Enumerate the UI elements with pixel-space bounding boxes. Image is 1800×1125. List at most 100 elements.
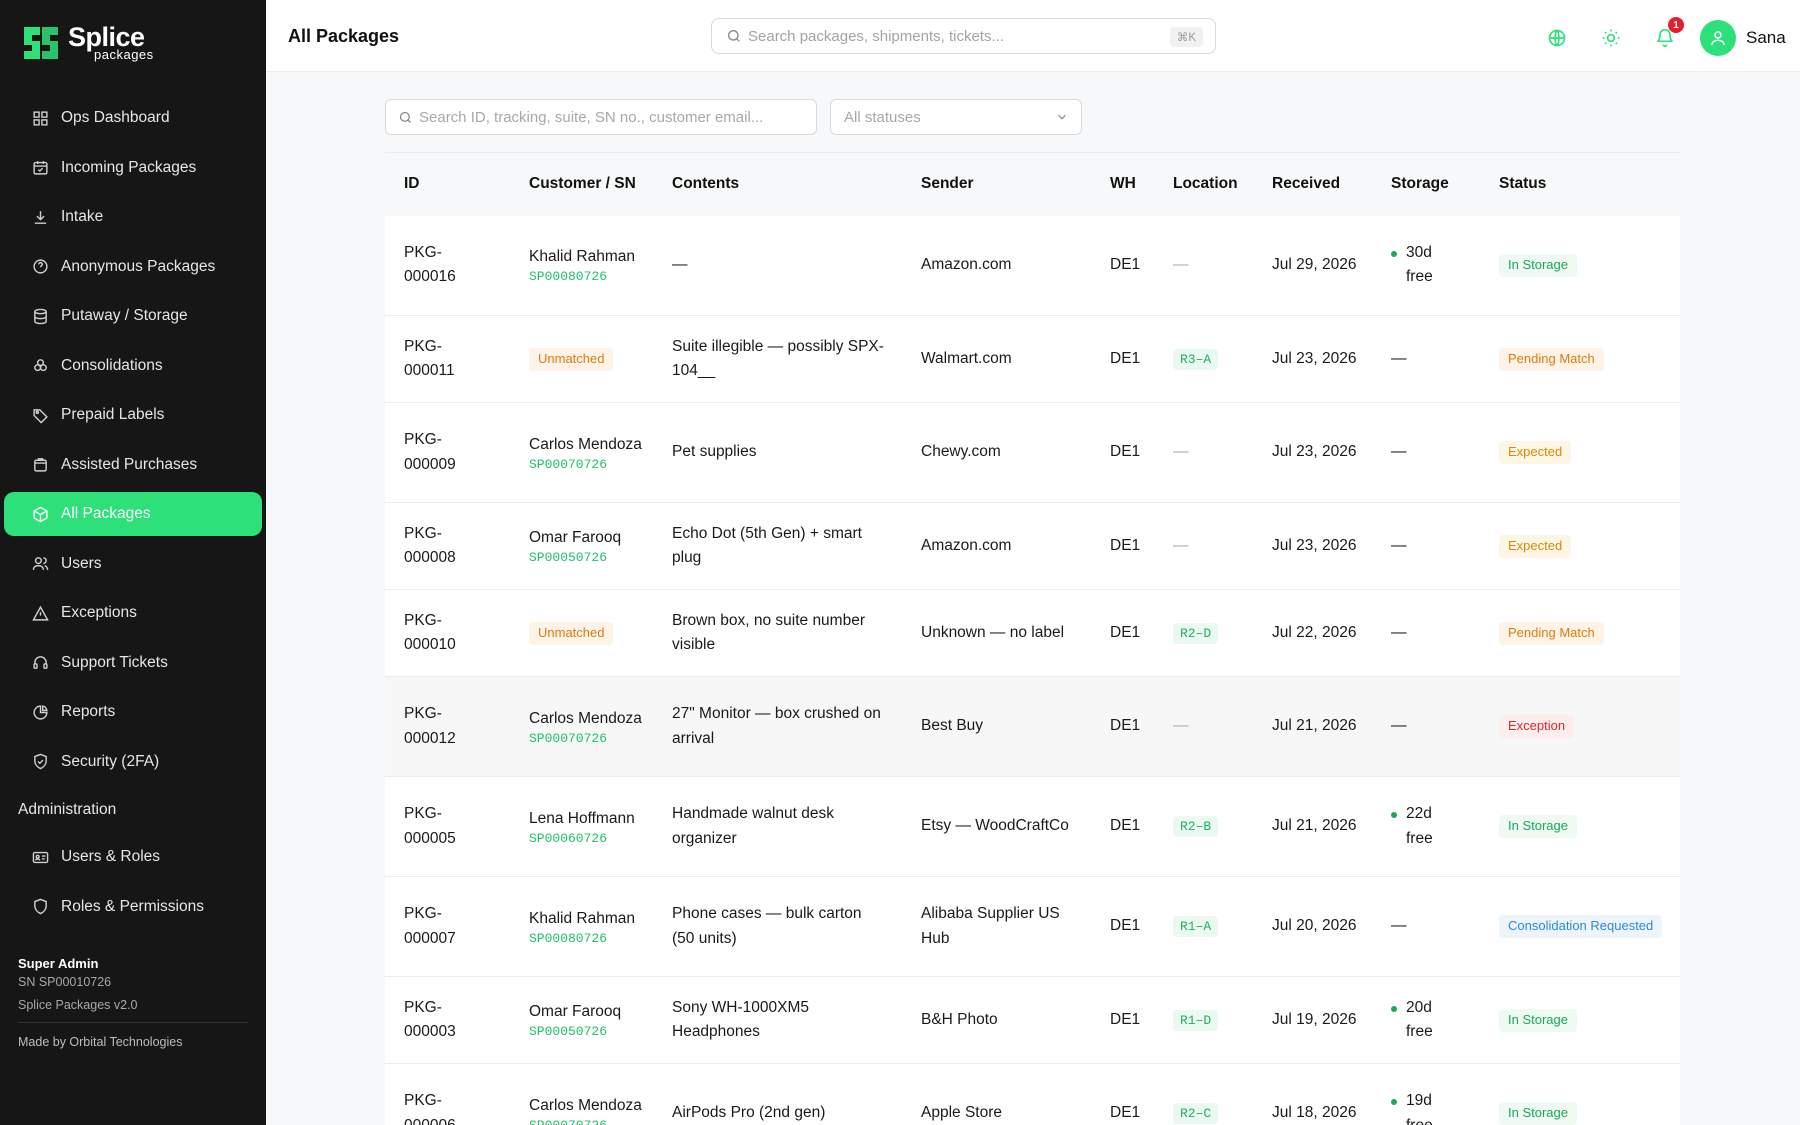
table-row[interactable]: PKG-000010 Unmatched Brown box, no suite n…	[385, 589, 1680, 677]
sidebar-item-users-roles[interactable]: Users & Roles	[4, 835, 262, 879]
sender-cell: Alibaba Supplier US Hub	[921, 905, 1060, 947]
column-header-status[interactable]: Status	[1480, 152, 1680, 216]
shopping-bag-icon	[31, 456, 49, 474]
sidebar-item-putaway-storage[interactable]: Putaway / Storage	[4, 294, 262, 338]
status-filter-select[interactable]: All statuses	[830, 99, 1082, 135]
package-id[interactable]: PKG-000009	[385, 403, 510, 503]
storage-status-dot	[1391, 251, 1397, 258]
column-header-received[interactable]: Received	[1253, 152, 1372, 216]
sidebar-item-ops-dashboard[interactable]: Ops Dashboard	[4, 96, 262, 140]
table-row[interactable]: PKG-000011 Unmatched Suite illegible — pos…	[385, 315, 1680, 403]
shortcut-hint: ⌘K	[1169, 27, 1203, 47]
column-header-storage[interactable]: Storage	[1372, 152, 1480, 216]
status-cell: In Storage	[1480, 777, 1680, 877]
sidebar-item-label: Intake	[61, 208, 104, 225]
customer-sn: SP00070726	[529, 456, 608, 472]
sidebar-item-users[interactable]: Users	[4, 542, 262, 586]
package-id[interactable]: PKG-000007	[385, 877, 510, 977]
table-row[interactable]: PKG-000016 Khalid Rahman SP00080726 — Amazon…	[385, 215, 1680, 316]
status-badge: Consolidation Requested	[1499, 915, 1663, 939]
column-header-contents[interactable]: Contents	[653, 152, 902, 216]
sidebar-footer: Super Admin SN SP00010726 Splice Package…	[18, 956, 248, 1049]
location-cell: —	[1154, 216, 1253, 316]
user-sn: SN SP00010726	[18, 975, 112, 989]
table-row[interactable]: PKG-000009 Carlos Mendoza SP00070726 Pet su…	[385, 402, 1680, 503]
avatar[interactable]	[1700, 20, 1736, 56]
table-row[interactable]: PKG-000005 Lena Hoffmann SP00060726 Handmad…	[385, 776, 1680, 877]
storage-cell: —	[1372, 403, 1480, 503]
package-id[interactable]: PKG-000010	[385, 590, 510, 677]
storage-empty: —	[1391, 717, 1407, 735]
storage-free-days: 20d free	[1406, 998, 1433, 1040]
table-row[interactable]: PKG-000008 Omar Farooq SP00050726 Echo Dot …	[385, 502, 1680, 590]
global-search-input[interactable]	[748, 27, 1215, 45]
sidebar-item-assisted-purchases[interactable]: Assisted Purchases	[4, 443, 262, 487]
sidebar-item-support-tickets[interactable]: Support Tickets	[4, 641, 262, 685]
sun-icon[interactable]	[1596, 23, 1626, 53]
customer-name[interactable]: Carlos Mendoza	[529, 1097, 642, 1114]
administration-heading: Administration	[18, 801, 117, 818]
bell-icon[interactable]: 1	[1650, 17, 1684, 53]
sidebar-nav: Ops Dashboard Incoming Packages Intake Anon…	[4, 96, 262, 789]
question-icon	[31, 258, 49, 276]
sidebar-item-prepaid-labels[interactable]: Prepaid Labels	[4, 393, 262, 437]
sidebar-item-all-packages[interactable]: All Packages	[4, 492, 262, 536]
customer-name[interactable]: Khalid Rahman	[529, 910, 635, 927]
logo[interactable]: Splice packages	[22, 22, 154, 62]
unmatched-badge: Unmatched	[529, 347, 614, 371]
sidebar-item-consolidations[interactable]: Consolidations	[4, 344, 262, 388]
customer-name[interactable]: Carlos Mendoza	[529, 436, 642, 453]
warehouse-cell: DE1	[1110, 536, 1141, 554]
customer-name[interactable]: Lena Hoffmann	[529, 810, 635, 827]
received-date: Jul 29, 2026	[1272, 256, 1357, 274]
customer-name[interactable]: Omar Farooq	[529, 529, 621, 546]
package-id[interactable]: PKG-000003	[385, 977, 510, 1064]
sidebar-item-incoming-packages[interactable]: Incoming Packages	[4, 146, 262, 190]
user-name[interactable]: Sana	[1746, 28, 1786, 48]
customer-cell: Carlos Mendoza SP00070726	[510, 677, 653, 777]
package-search[interactable]	[385, 99, 817, 135]
sidebar-item-exceptions[interactable]: Exceptions	[4, 591, 262, 635]
boxes-icon	[31, 357, 49, 375]
package-id[interactable]: PKG-000008	[385, 503, 510, 590]
package-id[interactable]: PKG-000012	[385, 677, 510, 777]
customer-name[interactable]: Carlos Mendoza	[529, 710, 642, 727]
column-header-wh[interactable]: WH	[1091, 152, 1154, 216]
package-search-input[interactable]	[419, 108, 816, 126]
storage-status-dot	[1391, 812, 1397, 819]
table-row[interactable]: PKG-000012 Carlos Mendoza SP00070726 27" Mo…	[385, 676, 1680, 777]
column-header-customer-sn[interactable]: Customer / SN	[510, 152, 653, 216]
sidebar-item-label: Ops Dashboard	[61, 109, 170, 126]
warning-icon	[31, 604, 49, 622]
location-empty: —	[1173, 256, 1189, 274]
global-search[interactable]: ⌘K	[711, 18, 1216, 54]
package-id[interactable]: PKG-000016	[385, 216, 510, 316]
received-date: Jul 20, 2026	[1272, 917, 1357, 935]
table-row[interactable]: PKG-000006 Carlos Mendoza SP00070726 AirPod…	[385, 1063, 1680, 1125]
customer-cell: Lena Hoffmann SP00060726	[510, 777, 653, 877]
warehouse-cell: DE1	[1110, 717, 1141, 735]
package-id[interactable]: PKG-000011	[385, 316, 510, 403]
table-row[interactable]: PKG-000007 Khalid Rahman SP00080726 Phone c…	[385, 876, 1680, 977]
globe-icon[interactable]	[1542, 23, 1572, 53]
storage-cell: 20d free	[1372, 977, 1480, 1064]
sidebar-item-roles-permissions[interactable]: Roles & Permissions	[4, 885, 262, 929]
sidebar-item-reports[interactable]: Reports	[4, 690, 262, 734]
column-header-location[interactable]: Location	[1154, 152, 1253, 216]
sidebar-item-label: Exceptions	[61, 604, 137, 621]
column-header-sender[interactable]: Sender	[902, 152, 1091, 216]
package-id[interactable]: PKG-000006	[385, 1064, 510, 1125]
column-header-id[interactable]: ID	[385, 152, 510, 216]
location-badge: R3–A	[1173, 348, 1219, 370]
app-version: Splice Packages v2.0	[18, 998, 138, 1012]
location-cell: R2–D	[1154, 590, 1253, 677]
sidebar-item-anonymous-packages[interactable]: Anonymous Packages	[4, 245, 262, 289]
customer-name[interactable]: Omar Farooq	[529, 1003, 621, 1020]
sidebar-item-intake[interactable]: Intake	[4, 195, 262, 239]
package-id[interactable]: PKG-000005	[385, 777, 510, 877]
table-row[interactable]: PKG-000003 Omar Farooq SP00050726 Sony WH-1…	[385, 976, 1680, 1064]
status-cell: Consolidation Requested	[1480, 877, 1680, 977]
customer-name[interactable]: Khalid Rahman	[529, 248, 635, 265]
sidebar-item-security-2fa[interactable]: Security (2FA)	[4, 740, 262, 784]
received-date: Jul 22, 2026	[1272, 623, 1357, 641]
